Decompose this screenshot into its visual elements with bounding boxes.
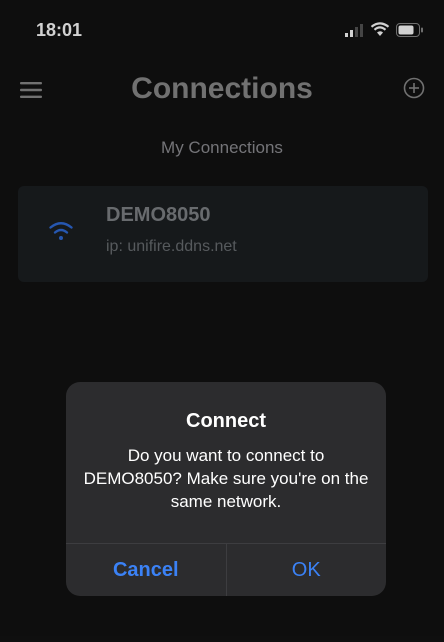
alert-button-row: Cancel OK — [66, 543, 386, 596]
app-screen: 18:01 Connections My Connections DEMO805… — [0, 0, 444, 642]
connect-alert-dialog: Connect Do you want to connect to DEMO80… — [66, 382, 386, 596]
alert-message: Do you want to connect to DEMO8050? Make… — [83, 446, 369, 511]
cancel-button[interactable]: Cancel — [66, 544, 227, 596]
alert-title: Connect — [186, 410, 266, 432]
ok-button[interactable]: OK — [227, 544, 387, 596]
